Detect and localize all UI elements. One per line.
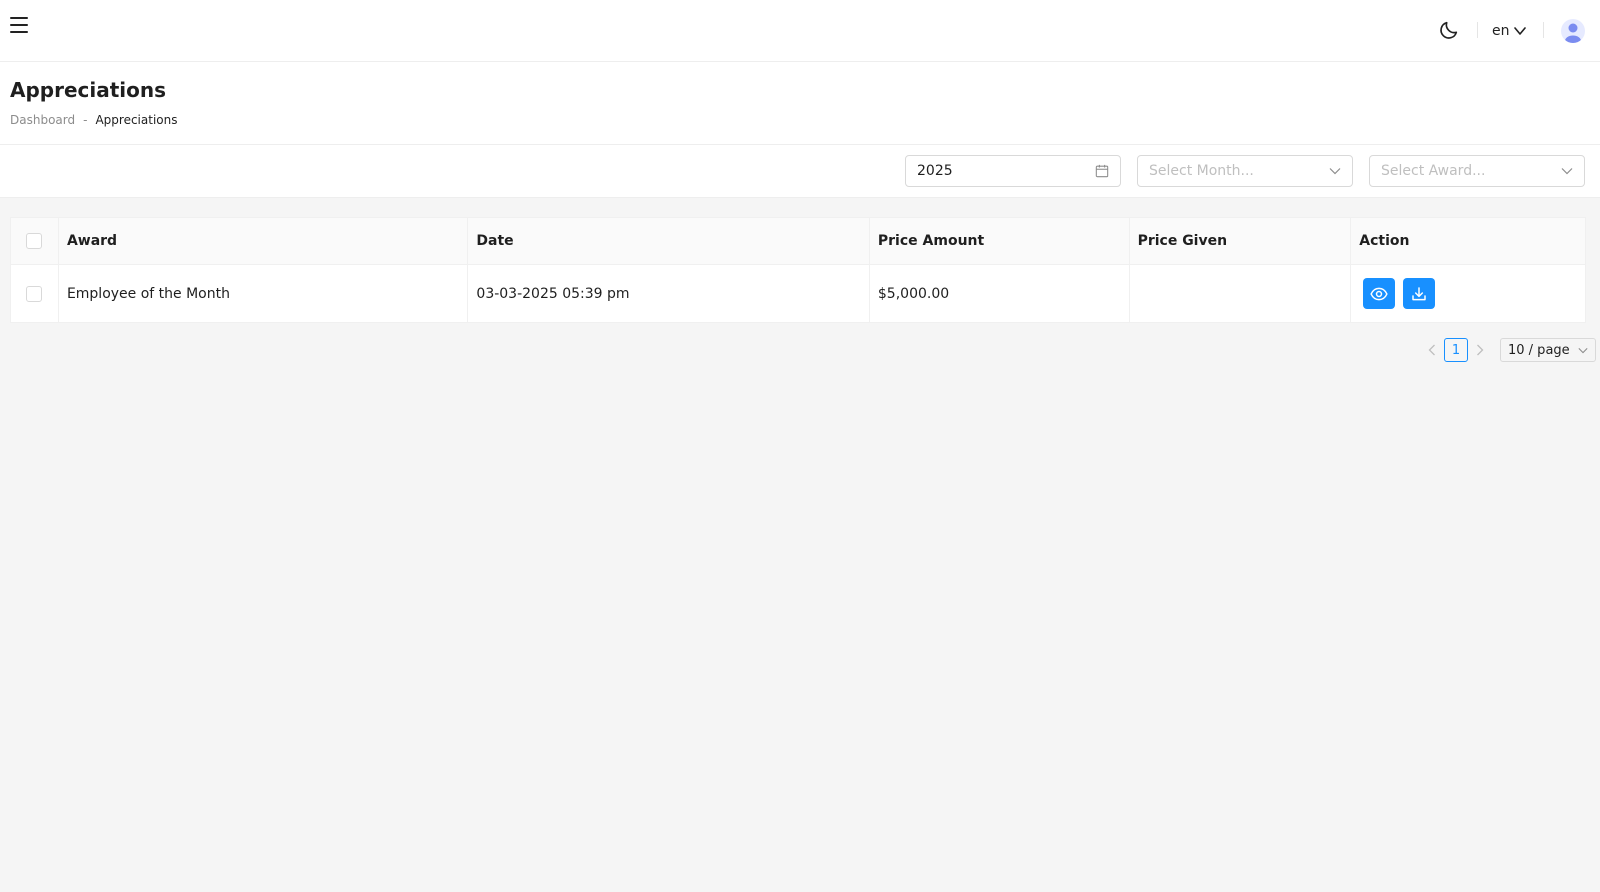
prev-page-button[interactable] [1420,338,1444,362]
column-header-price-given[interactable]: Price Given [1130,218,1352,264]
column-header-price-amount[interactable]: Price Amount [870,218,1130,264]
year-picker[interactable]: 2025 [905,155,1121,187]
pagination: 1 10 / page [1420,338,1596,362]
select-all-cell [11,218,59,264]
appreciations-table: Award Date Price Amount Price Given Acti… [10,217,1586,323]
month-select[interactable]: Select Month... [1137,155,1353,187]
moon-icon[interactable] [1438,19,1460,41]
chevron-down-icon [1561,168,1573,175]
award-select[interactable]: Select Award... [1369,155,1585,187]
award-select-placeholder: Select Award... [1381,163,1486,179]
month-select-placeholder: Select Month... [1149,163,1254,179]
row-select-cell [11,265,59,322]
year-value: 2025 [917,163,953,179]
chevron-right-icon [1477,344,1484,356]
top-bar: en [0,0,1600,62]
view-icon [1370,287,1388,300]
page-size-value: 10 / page [1508,342,1570,358]
cell-actions [1351,265,1585,322]
page-size-select[interactable]: 10 / page [1500,338,1596,362]
page-header: Appreciations Dashboard - Appreciations [0,62,1600,145]
column-header-award[interactable]: Award [59,218,469,264]
page-title: Appreciations [10,78,167,102]
select-all-checkbox[interactable] [26,233,43,249]
chevron-down-icon [1329,168,1341,175]
breadcrumb-separator: - [83,113,88,127]
divider [1477,22,1478,38]
view-button[interactable] [1363,278,1396,309]
column-header-date[interactable]: Date [468,218,870,264]
download-icon [1412,286,1427,300]
table-row: Employee of the Month 03-03-2025 05:39 p… [11,265,1585,322]
hamburger-menu-icon[interactable] [10,17,28,33]
breadcrumb-dashboard-link[interactable]: Dashboard [10,113,75,127]
cell-price-given [1130,265,1352,322]
row-checkbox[interactable] [26,285,43,302]
column-header-action: Action [1359,233,1410,249]
cell-price-amount: $5,000.00 [870,265,1130,322]
page-1-button[interactable]: 1 [1444,338,1468,362]
chevron-down-icon [1513,27,1526,35]
breadcrumb: Dashboard - Appreciations [10,113,177,127]
cell-award: Employee of the Month [59,265,469,322]
chevron-left-icon [1428,344,1435,356]
table-header-row: Award Date Price Amount Price Given Acti… [11,218,1585,265]
language-selector[interactable]: en [1492,20,1526,42]
user-avatar-icon[interactable] [1561,19,1585,43]
divider [1543,22,1544,38]
chevron-down-icon [1578,347,1588,353]
cell-date: 03-03-2025 05:39 pm [468,265,870,322]
next-page-button[interactable] [1468,338,1492,362]
breadcrumb-current: Appreciations [95,113,178,127]
download-button[interactable] [1403,278,1436,309]
language-label: en [1492,23,1510,39]
calendar-icon [1095,164,1109,178]
filter-bar: 2025 Select Month... Select Award... [0,145,1600,198]
